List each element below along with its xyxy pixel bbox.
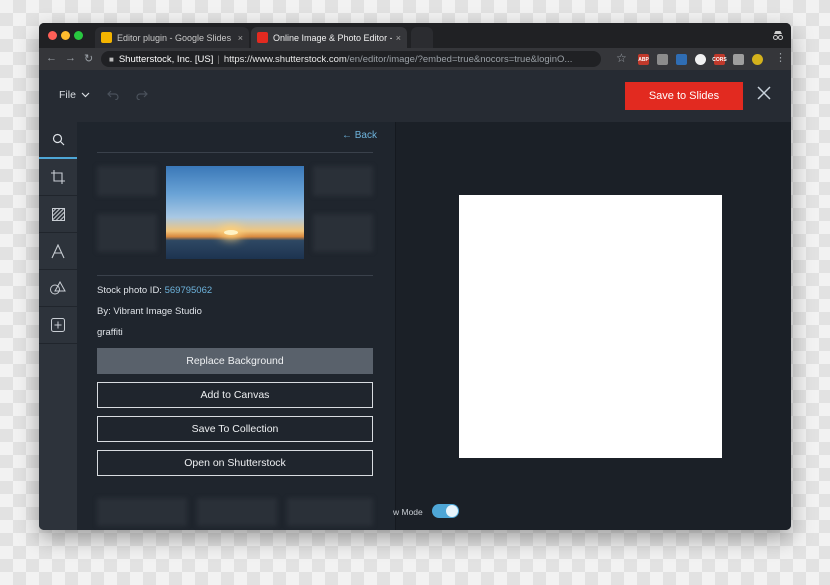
extension-icon[interactable] xyxy=(733,54,744,65)
crop-icon xyxy=(51,170,65,184)
address-bar[interactable]: ■ Shutterstock, Inc. [US] | https://www.… xyxy=(101,51,601,67)
close-editor-icon[interactable] xyxy=(757,86,771,100)
text-icon xyxy=(51,243,65,258)
stock-photo-id: Stock photo ID: 569795062 xyxy=(97,285,212,296)
sidebar-item-text[interactable] xyxy=(39,233,77,270)
blurred-result xyxy=(287,498,373,526)
search-icon xyxy=(52,133,64,146)
replace-background-button[interactable]: Replace Background xyxy=(97,348,373,374)
sync-extension-icon[interactable] xyxy=(676,54,687,65)
back-arrow-icon: ← xyxy=(341,130,352,141)
browser-menu-icon[interactable]: ⋮ xyxy=(775,51,786,64)
blurred-result xyxy=(97,498,187,526)
reload-icon[interactable]: ↻ xyxy=(84,52,93,65)
photo-keyword: graffiti xyxy=(97,327,123,338)
url-host: https://www.shutterstock.com xyxy=(223,53,347,65)
url-separator: | xyxy=(217,53,220,65)
divider xyxy=(97,275,373,276)
blurred-result xyxy=(313,214,373,252)
blurred-result xyxy=(197,498,277,526)
extension-icon[interactable] xyxy=(695,54,706,65)
image-detail-panel: ← Back Stock photo ID: 569795062 By: Vib… xyxy=(77,122,395,530)
extension-icon[interactable] xyxy=(752,54,763,65)
tool-sidebar xyxy=(39,122,77,530)
site-identity: Shutterstock, Inc. [US] xyxy=(118,53,214,65)
add-to-canvas-button[interactable]: Add to Canvas xyxy=(97,382,373,408)
blurred-result xyxy=(97,166,157,196)
file-menu[interactable]: File xyxy=(59,89,90,101)
tab-strip: Editor plugin - Google Slides × Online I… xyxy=(39,23,791,48)
design-canvas[interactable] xyxy=(459,195,722,458)
tab-label: Online Image & Photo Editor - xyxy=(273,32,392,43)
tab-google-slides[interactable]: Editor plugin - Google Slides × xyxy=(95,27,249,48)
save-to-slides-button[interactable]: Save to Slides xyxy=(625,82,743,110)
divider xyxy=(97,152,373,153)
bookmark-star-icon[interactable]: ☆ xyxy=(616,51,627,65)
google-slides-icon xyxy=(101,32,112,43)
maximize-window-button[interactable] xyxy=(74,31,83,40)
forward-arrow-icon[interactable]: → xyxy=(65,52,76,64)
url-path: /en/editor/image/?embed=true&nocors=true… xyxy=(346,53,573,65)
stock-photo-thumbnail xyxy=(166,166,304,259)
shutterstock-icon xyxy=(257,32,268,43)
stock-id-link[interactable]: 569795062 xyxy=(165,285,213,296)
extension-icon[interactable] xyxy=(657,54,668,65)
adblock-extension-icon[interactable]: ABP xyxy=(638,54,649,65)
blurred-result xyxy=(97,214,157,252)
blurred-result xyxy=(313,166,373,196)
chevron-down-icon xyxy=(81,92,90,98)
lock-icon: ■ xyxy=(109,54,114,64)
back-label: Back xyxy=(354,130,377,141)
stock-id-prefix: Stock photo ID: xyxy=(97,285,162,296)
close-window-button[interactable] xyxy=(48,31,57,40)
undo-icon[interactable] xyxy=(107,90,119,100)
mode-toggle-label: w Mode xyxy=(393,507,423,517)
toggle-knob xyxy=(446,505,458,517)
shapes-icon xyxy=(50,281,66,295)
sidebar-item-texture[interactable] xyxy=(39,196,77,233)
tab-close-icon[interactable]: × xyxy=(238,33,243,43)
redo-icon[interactable] xyxy=(136,90,148,100)
editor-header: File Save to Slides xyxy=(39,70,791,122)
cors-extension-icon[interactable]: CORS xyxy=(712,54,727,65)
back-arrow-icon[interactable]: ← xyxy=(46,52,57,64)
new-tab-button[interactable] xyxy=(411,27,433,48)
tab-close-icon[interactable]: × xyxy=(396,33,401,43)
tab-photo-editor[interactable]: Online Image & Photo Editor - × xyxy=(251,27,407,48)
save-to-collection-button[interactable]: Save To Collection xyxy=(97,416,373,442)
back-link[interactable]: ← Back xyxy=(342,130,377,141)
sidebar-item-crop[interactable] xyxy=(39,159,77,196)
photo-author: By: Vibrant Image Studio xyxy=(97,306,202,317)
sidebar-item-add-element[interactable] xyxy=(39,307,77,344)
sidebar-item-shapes[interactable] xyxy=(39,270,77,307)
browser-toolbar: ← → ↻ ■ Shutterstock, Inc. [US] | https:… xyxy=(39,48,791,70)
minimize-window-button[interactable] xyxy=(61,31,70,40)
texture-icon xyxy=(51,207,65,221)
browser-window: Editor plugin - Google Slides × Online I… xyxy=(39,23,791,530)
mode-toggle[interactable] xyxy=(432,504,459,518)
open-on-shutterstock-button[interactable]: Open on Shutterstock xyxy=(97,450,373,476)
add-element-icon xyxy=(51,318,65,332)
tab-label: Editor plugin - Google Slides xyxy=(117,32,232,43)
canvas-stage: w Mode xyxy=(393,122,791,530)
sunset-sun xyxy=(224,230,238,235)
incognito-icon xyxy=(773,31,783,40)
file-menu-label: File xyxy=(59,89,76,101)
sidebar-item-search[interactable] xyxy=(39,122,77,159)
